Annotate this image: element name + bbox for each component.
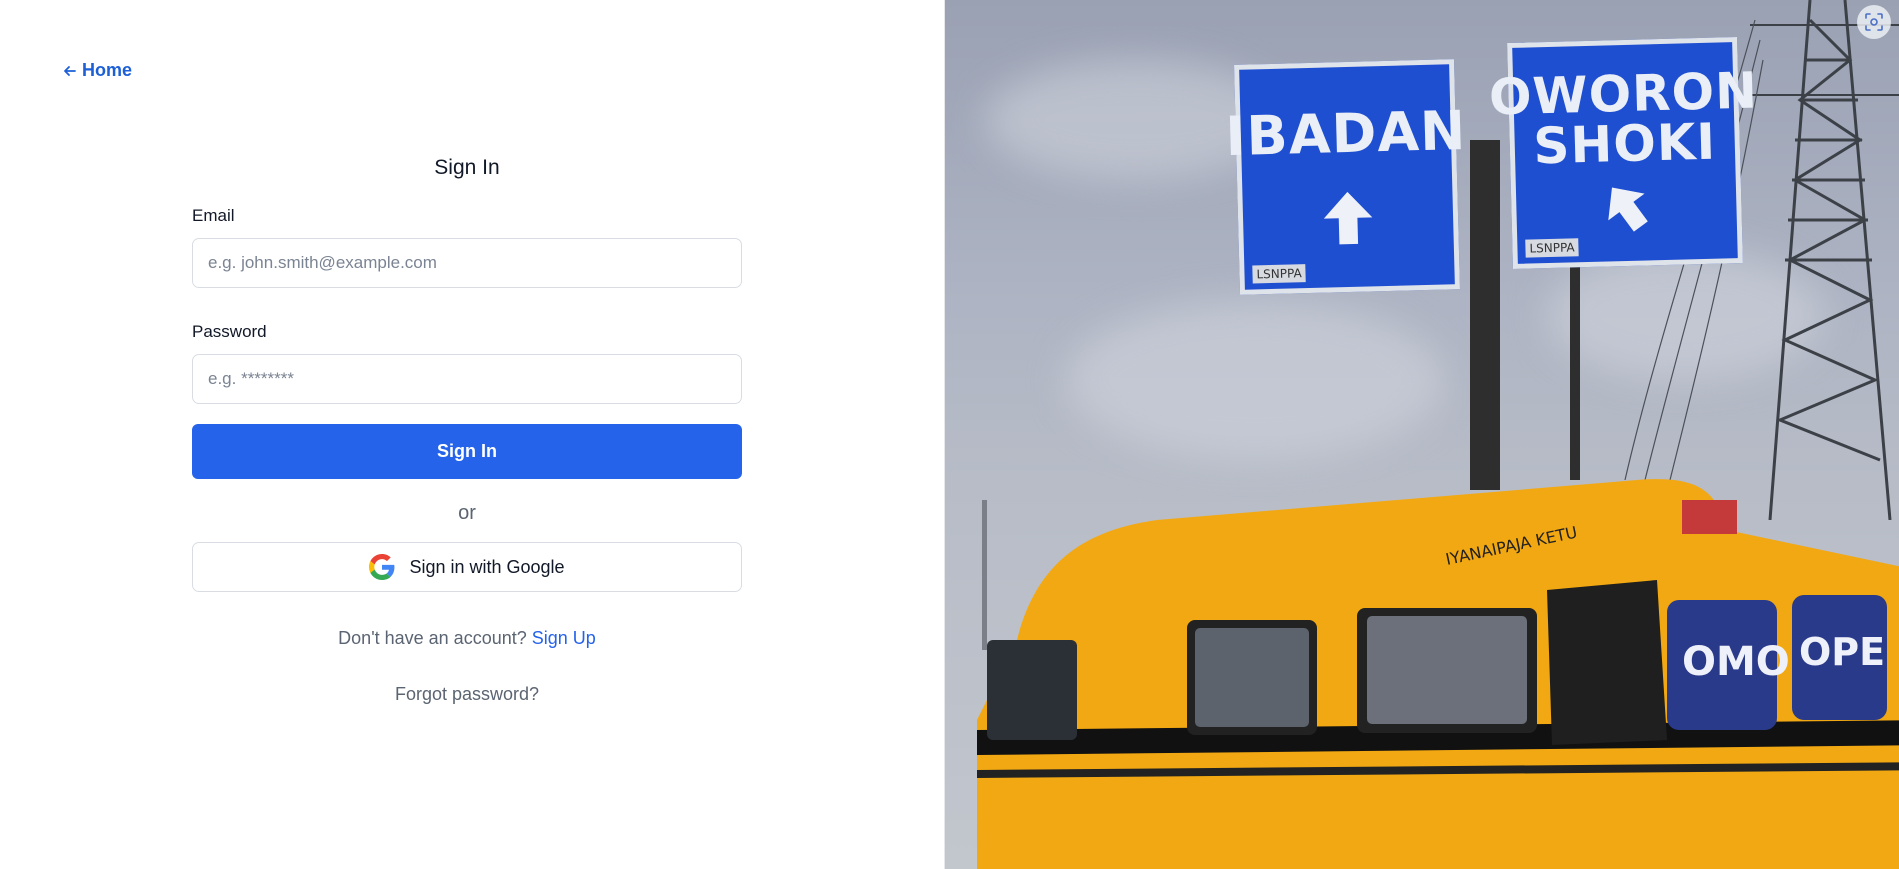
cloud xyxy=(1065,300,1445,460)
password-field-group: Password xyxy=(192,322,742,404)
sign-text-oworon: OWORON xyxy=(1488,61,1759,127)
power-tower xyxy=(1750,0,1899,520)
arrow-up-left-icon xyxy=(1608,187,1648,232)
signin-button[interactable]: Sign In xyxy=(192,424,742,479)
signup-link[interactable]: Sign Up xyxy=(532,628,596,648)
no-account-text: Don't have an account? xyxy=(338,628,527,648)
home-link[interactable]: Home xyxy=(62,60,132,81)
road-sign-ibadan: IBADAN LSNPPA xyxy=(1225,59,1467,295)
email-label: Email xyxy=(192,206,235,225)
sign-post xyxy=(1570,260,1580,480)
sign-tag: LSNPPA xyxy=(1525,238,1579,258)
photo-background: IBADAN LSNPPA OWORON SHOKI LSNPPA OMO OP… xyxy=(945,0,1899,869)
bus-text-omo: OMO xyxy=(1682,639,1790,685)
signup-prompt: Don't have an account? Sign Up xyxy=(192,628,742,649)
hero-image: IBADAN LSNPPA OWORON SHOKI LSNPPA OMO OP… xyxy=(944,0,1899,869)
home-label: Home xyxy=(82,60,133,80)
road-sign-oworon-shoki: OWORON SHOKI LSNPPA xyxy=(1488,37,1759,269)
arrow-left-icon xyxy=(64,65,76,76)
danfo-bus: OMO OPE IYANAIPAJA KETU xyxy=(977,479,1899,869)
page-title: Sign In xyxy=(434,156,500,179)
signin-page: Home Sign In Email Password Sign In or xyxy=(0,0,1899,869)
arrow-up-icon xyxy=(1323,191,1373,245)
or-divider: or xyxy=(458,502,476,524)
scan-icon xyxy=(1865,13,1883,31)
sign-post xyxy=(1470,140,1500,490)
password-input[interactable] xyxy=(192,354,742,404)
password-label: Password xyxy=(192,322,267,341)
visual-search-button[interactable] xyxy=(1857,5,1891,39)
email-field-group: Email xyxy=(192,206,742,288)
signin-form: Sign In Email Password Sign In or Sign i… xyxy=(192,156,742,705)
google-signin-button[interactable]: Sign in with Google xyxy=(192,542,742,592)
sign-text-shoki: SHOKI xyxy=(1532,112,1717,176)
forgot-password-link[interactable]: Forgot password? xyxy=(192,684,742,705)
email-input[interactable] xyxy=(192,238,742,288)
sign-text-ibadan: IBADAN xyxy=(1224,98,1468,169)
signin-panel: Home Sign In Email Password Sign In or xyxy=(0,0,944,869)
google-icon xyxy=(369,554,395,580)
bus-text-ope: OPE xyxy=(1799,630,1885,674)
sign-tag: LSNPPA xyxy=(1252,264,1306,284)
google-signin-label: Sign in with Google xyxy=(409,556,565,577)
